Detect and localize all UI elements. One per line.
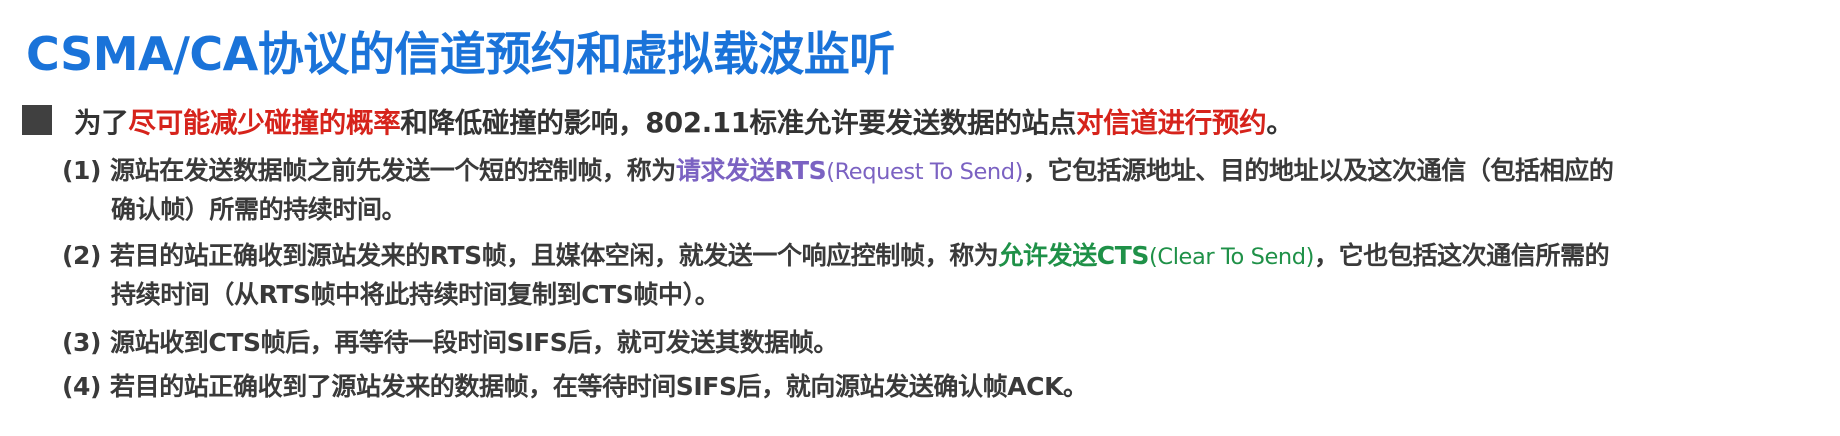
main-bullet: 为了尽可能减少碰撞的概率和降低碰撞的影响，802.11标准允许要发送数据的站点对… (22, 100, 1294, 140)
item-text-continuation: 持续时间（从RTS帧中将此持续时间复制到CTS帧中）。 (111, 280, 720, 309)
slide-title: CSMA/CA协议的信道预约和虚拟载波监听 (26, 27, 895, 81)
item-text: 若目的站正确收到了源站发来的数据帧，在等待时间SIFS后，就向源站发送确认帧AC… (110, 372, 1088, 401)
bullet-highlight-reserve-channel: 对信道进行预约 (1075, 107, 1267, 139)
list-item-2: (2) 若目的站正确收到源站发来的RTS帧，且媒体空闲，就发送一个响应控制帧，称为… (62, 237, 1832, 314)
bullet-pre: 为了 (74, 107, 129, 139)
bullet-mid: 和降低碰撞的影响，802.11标准允许要发送数据的站点 (400, 107, 1076, 139)
main-bullet-text: 为了尽可能减少碰撞的概率和降低碰撞的影响，802.11标准允许要发送数据的站点对… (74, 100, 1294, 140)
item-number: (1) (62, 156, 102, 185)
item-text-post: ，它包括源地址、目的地址以及这次通信（包括相应的 (1023, 156, 1614, 185)
slide: CSMA/CA协议的信道预约和虚拟载波监听 为了尽可能减少碰撞的概率和降低碰撞的… (0, 0, 1840, 436)
list-item-4: (4) 若目的站正确收到了源站发来的数据帧，在等待时间SIFS后，就向源站发送确认… (62, 368, 1832, 406)
cts-full-name: (Clear To Send) (1149, 244, 1315, 270)
item-text-pre: 若目的站正确收到源站发来的RTS帧，且媒体空闲，就发送一个响应控制帧，称为 (110, 241, 999, 270)
item-text: 源站收到CTS帧后，再等待一段时间SIFS后，就可发送其数据帧。 (110, 328, 838, 357)
cts-highlight: 允许发送CTS (998, 241, 1149, 270)
bullet-highlight-reduce-collision: 尽可能减少碰撞的概率 (128, 107, 401, 139)
item-text-pre: 源站在发送数据帧之前先发送一个短的控制帧，称为 (110, 156, 676, 185)
rts-full-name: (Request To Send) (826, 159, 1024, 185)
item-number: (4) (62, 372, 102, 401)
item-number: (2) (62, 241, 102, 270)
item-text-continuation: 确认帧）所需的持续时间。 (111, 195, 407, 224)
item-text-post: ，它也包括这次通信所需的 (1314, 241, 1610, 270)
bullet-end: 。 (1266, 107, 1294, 139)
square-bullet-icon (22, 105, 52, 135)
item-number: (3) (62, 328, 102, 357)
list-item-1: (1) 源站在发送数据帧之前先发送一个短的控制帧，称为请求发送RTS(Reques… (62, 152, 1832, 229)
list-item-3: (3) 源站收到CTS帧后，再等待一段时间SIFS后，就可发送其数据帧。 (62, 324, 1832, 362)
rts-highlight: 请求发送RTS (675, 156, 827, 185)
